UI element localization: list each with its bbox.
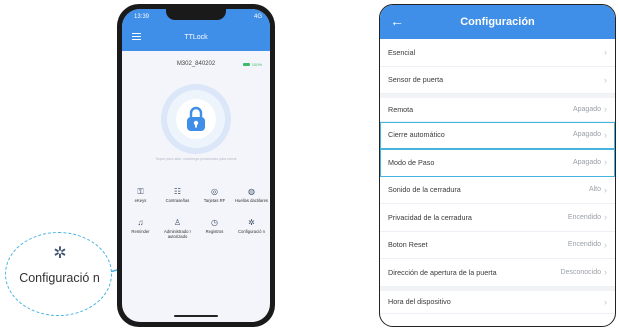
- setting-row-reset-button[interactable]: Boton Reset Encendido ›: [380, 232, 615, 259]
- setting-row-remote[interactable]: Remota Apagado ›: [380, 94, 615, 122]
- phone-frame: 13:39 4G TTLock M302_840202 100% Toque p…: [117, 4, 275, 327]
- bell-icon: ♫: [137, 218, 144, 227]
- feature-row: ♫ Reminder ♙ Administrado r autorizado ◷…: [122, 218, 270, 249]
- setting-row-door-direction[interactable]: Dirección de apertura de la puerta Desco…: [380, 259, 615, 287]
- battery-indicator: 100%: [242, 62, 262, 67]
- setting-value: Apagado: [572, 105, 601, 113]
- grid-label: eKeys: [134, 198, 147, 203]
- setting-row-lock-sound[interactable]: Sonido de la cerradura Alto ›: [380, 177, 615, 204]
- chevron-right-icon: ›: [604, 212, 607, 223]
- chevron-right-icon: ›: [604, 157, 607, 168]
- setting-label: Cierre automático: [388, 130, 445, 140]
- setting-value: Desconocido: [560, 268, 601, 276]
- battery-text: 100%: [251, 62, 262, 67]
- setting-row-auto-lock[interactable]: Cierre automático Apagado ›: [380, 121, 615, 149]
- setting-row-passage-mode[interactable]: Modo de Paso Apagado ›: [380, 149, 615, 177]
- chevron-right-icon: ›: [604, 129, 607, 140]
- chevron-right-icon: ›: [604, 267, 607, 278]
- menu-icon[interactable]: [132, 33, 141, 40]
- setting-label: Hora del dispositivo: [388, 297, 451, 307]
- setting-value: Alto: [588, 186, 601, 194]
- settings-title: Configuración: [460, 16, 535, 28]
- setting-label: Esencial: [388, 47, 416, 57]
- grid-item-cards[interactable]: ◎ Tarjetas RF: [196, 187, 233, 218]
- chevron-right-icon: ›: [604, 74, 607, 85]
- setting-value: Encendido: [567, 213, 601, 221]
- battery-icon: [242, 63, 250, 66]
- setting-label: Boton Reset: [388, 240, 428, 250]
- setting-row-basics[interactable]: Esencial ›: [380, 39, 615, 67]
- grid-item-reminder[interactable]: ♫ Reminder: [122, 218, 159, 249]
- settings-header: ← Configuración: [380, 5, 615, 39]
- clock-icon: ◷: [211, 218, 218, 227]
- setting-label: Sonido de la cerradura: [388, 185, 461, 195]
- grid-label: Registros: [205, 229, 224, 234]
- password-icon: ☷: [173, 187, 182, 196]
- grid-item-admin[interactable]: ♙ Administrado r autorizado: [159, 218, 196, 249]
- grid-item-records[interactable]: ◷ Registros: [196, 218, 233, 249]
- grid-label: Huellas dactilares: [234, 198, 269, 203]
- phone-notch: [166, 9, 226, 20]
- setting-label: Modo de Paso: [388, 157, 435, 167]
- setting-label: Dirección de apertura de la puerta: [388, 267, 497, 277]
- setting-label: Sensor de puerta: [388, 75, 444, 85]
- gear-icon: ✲: [53, 245, 67, 262]
- grid-item-fingerprints[interactable]: ◍ Huellas dactilares: [233, 187, 270, 218]
- grid-item-ekeys[interactable]: ⚿ eKeys: [122, 187, 159, 218]
- status-signal: 4G: [253, 14, 262, 20]
- grid-label: Administrado r autorizado: [164, 229, 191, 239]
- setting-label: Privacidad de la cerradura: [388, 212, 472, 222]
- settings-screen: ← Configuración Esencial › Sensor de pue…: [379, 4, 616, 327]
- unlock-ring: [167, 90, 225, 148]
- unlock-hint: Toque para abrir, mantenga presionado pa…: [155, 157, 237, 161]
- fingerprint-icon: ◍: [248, 187, 255, 196]
- status-time: 13:39: [134, 14, 150, 20]
- grid-label: Contraseñas: [165, 198, 190, 203]
- lock-icon-wrap: [176, 99, 216, 139]
- home-indicator: [174, 315, 218, 317]
- setting-value: Apagado: [572, 131, 601, 139]
- setting-value: Apagado: [572, 158, 601, 166]
- canvas: 13:39 4G TTLock M302_840202 100% Toque p…: [0, 0, 619, 329]
- grid-label: Reminder: [131, 229, 150, 234]
- setting-row-door-sensor[interactable]: Sensor de puerta ›: [380, 67, 615, 94]
- setting-row-device-time[interactable]: Hora del dispositivo ›: [380, 286, 615, 314]
- chevron-right-icon: ›: [604, 184, 607, 195]
- grid-item-passcodes[interactable]: ☷ Contraseñas: [159, 187, 196, 218]
- chevron-right-icon: ›: [604, 47, 607, 58]
- grid-item-settings[interactable]: ✲ Configuració n: [233, 218, 270, 249]
- setting-value: Encendido: [567, 241, 601, 249]
- grid-label: Tarjetas RF: [203, 198, 226, 203]
- grid-label: Configuració n: [237, 229, 265, 234]
- unlock-button[interactable]: [161, 84, 231, 154]
- card-icon: ◎: [211, 187, 218, 196]
- app-title: TTLock: [184, 33, 208, 41]
- feature-grid: ⚿ eKeys ☷ Contraseñas ◎ Tarjetas RF ◍ Hu…: [122, 187, 270, 249]
- chevron-right-icon: ›: [604, 239, 607, 250]
- back-arrow-icon[interactable]: ←: [390, 13, 404, 29]
- feature-row: ⚿ eKeys ☷ Contraseñas ◎ Tarjetas RF ◍ Hu…: [122, 187, 270, 218]
- setting-row-privacy[interactable]: Privacidad de la cerradura Encendido ›: [380, 204, 615, 232]
- settings-callout: ✲ Configuració n: [5, 232, 112, 316]
- app-header: 13:39 4G TTLock: [122, 9, 270, 51]
- settings-list: Esencial › Sensor de puerta › Remota Apa…: [380, 39, 615, 314]
- gear-icon: ✲: [248, 218, 255, 227]
- chevron-right-icon: ›: [604, 296, 607, 307]
- chevron-right-icon: ›: [604, 104, 607, 115]
- setting-label: Remota: [388, 104, 414, 114]
- padlock-icon: [187, 106, 205, 131]
- phone-screen: 13:39 4G TTLock M302_840202 100% Toque p…: [122, 9, 270, 322]
- app-bar: TTLock: [122, 29, 270, 45]
- admin-icon: ♙: [173, 218, 182, 227]
- key-icon: ⚿: [137, 187, 144, 196]
- callout-label: Configuració n: [19, 271, 100, 285]
